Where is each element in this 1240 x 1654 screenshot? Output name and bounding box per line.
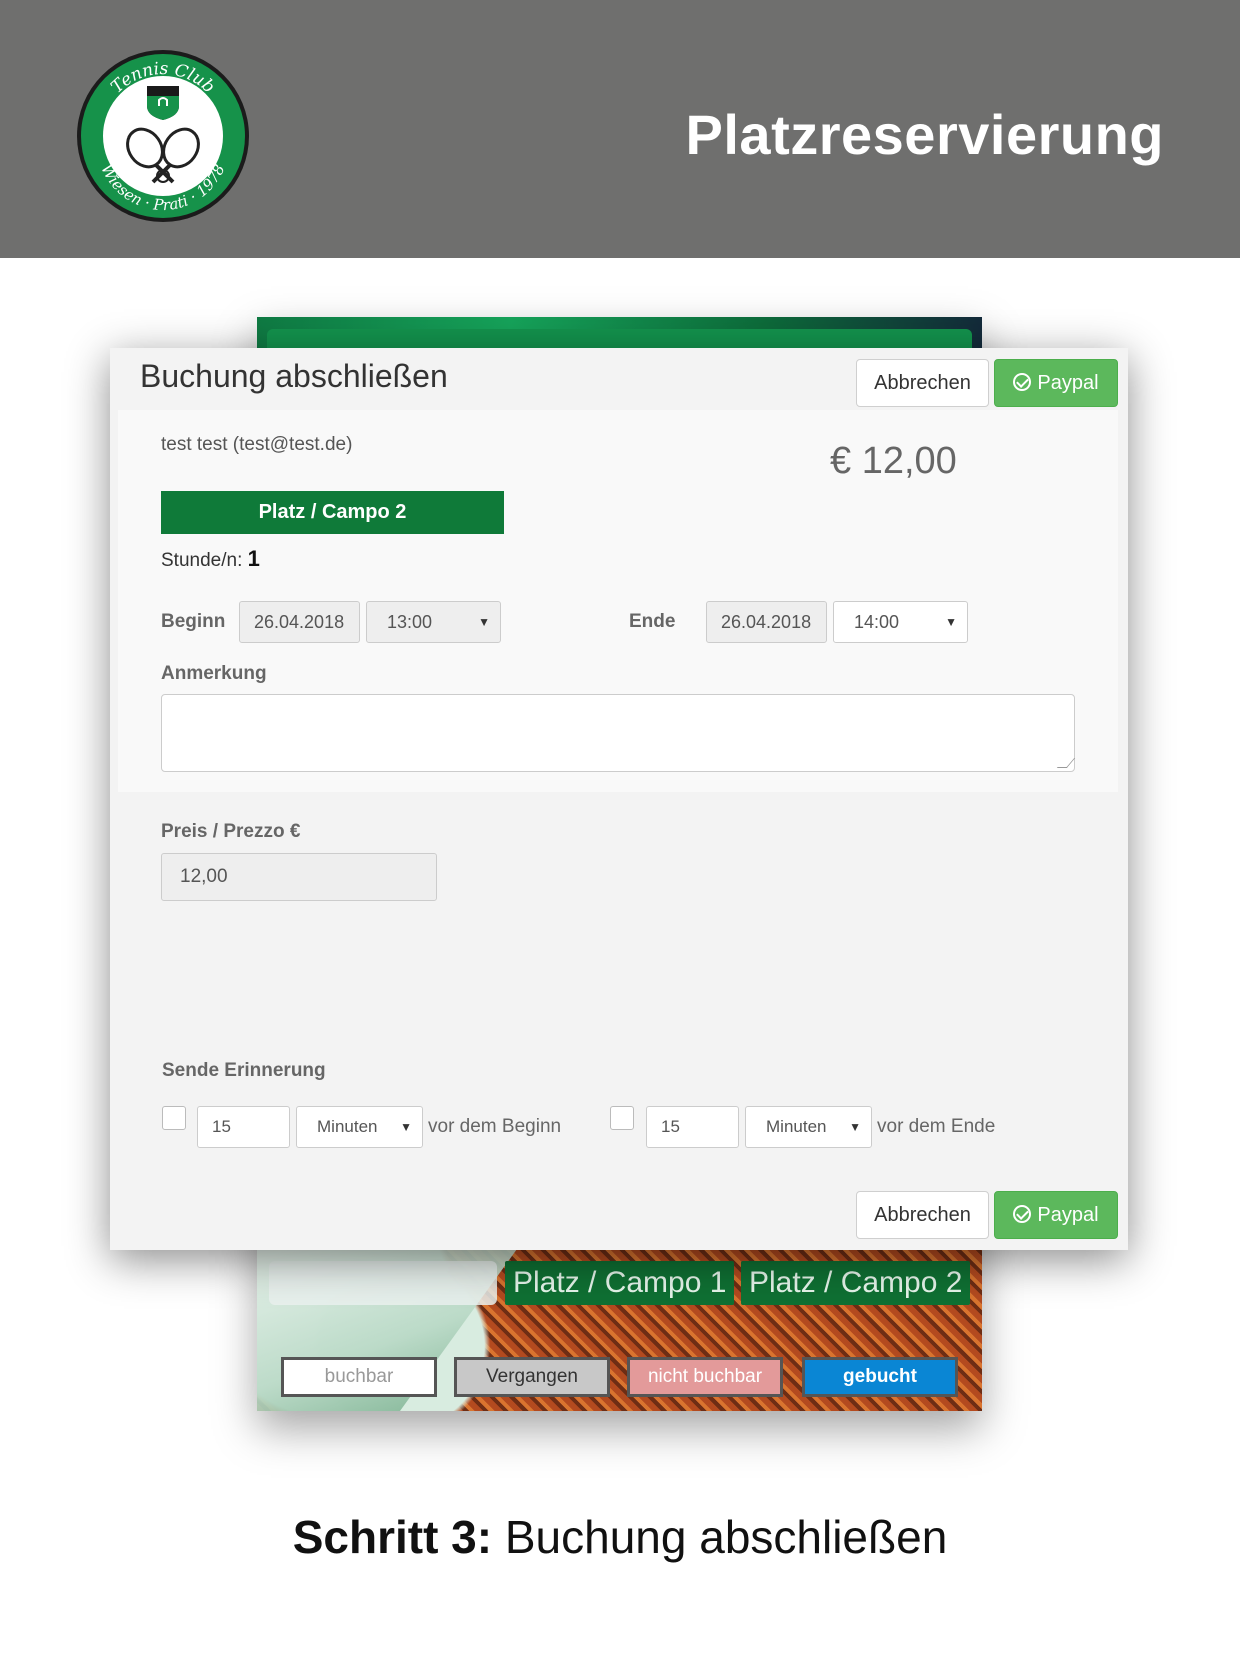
cancel-button-bottom[interactable]: Abbrechen [856, 1191, 989, 1239]
hours-label: Stunde/n: [161, 550, 243, 571]
paypal-button-top[interactable]: Paypal [994, 359, 1118, 407]
price-label: Preis / Prezzo € [161, 821, 301, 842]
user-info: test test (test@test.de) [161, 434, 353, 455]
bg-campo-1: Platz / Campo 1 [505, 1261, 735, 1305]
reminder-label: Sende Erinnerung [162, 1060, 326, 1081]
legend-vergangen: Vergangen [454, 1357, 610, 1397]
tennis-club-logo: Tennis Club Wiesen · Prati · 1978 [77, 50, 249, 222]
reminder-end-unit-select[interactable]: Minuten ▼ [745, 1106, 872, 1148]
end-time-select[interactable]: 14:00 ▼ [833, 601, 968, 643]
paypal-label: Paypal [1037, 1204, 1099, 1226]
check-circle-icon [1013, 1205, 1032, 1223]
begin-time-value: 13:00 [387, 612, 433, 632]
reminder-begin-suffix: vor dem Beginn [428, 1116, 562, 1137]
price-display: € 12,00 [830, 440, 957, 482]
hours-line: Stunde/n: 1 [161, 546, 260, 572]
cancel-button-top[interactable]: Abbrechen [856, 359, 989, 407]
check-circle-icon [1013, 373, 1032, 391]
price-field[interactable]: 12,00 [161, 853, 437, 901]
end-label: Ende [629, 611, 676, 632]
bg-court-photo: Platz / Campo 1 Platz / Campo 2 buchbar … [257, 1249, 982, 1411]
caret-down-icon: ▼ [945, 615, 957, 629]
note-textarea[interactable] [161, 694, 1075, 772]
caption-text: Buchung abschließen [492, 1511, 948, 1563]
caret-down-icon: ▼ [849, 1120, 861, 1134]
reminder-end-suffix: vor dem Ende [877, 1116, 996, 1137]
begin-time-select[interactable]: 13:00 ▼ [366, 601, 501, 643]
reminder-begin-amount[interactable]: 15 [197, 1106, 290, 1148]
cancel-label: Abbrechen [874, 372, 971, 394]
court-badge: Platz / Campo 2 [161, 491, 504, 534]
modal-title: Buchung abschließen [140, 358, 448, 394]
end-time-value: 14:00 [854, 612, 900, 632]
end-date-field[interactable]: 26.04.2018 [706, 601, 827, 643]
page-title: Platzreservierung [685, 103, 1164, 166]
caption-step: Schritt 3: [292, 1511, 493, 1563]
reminder-end-unit: Minuten [766, 1117, 827, 1136]
legend-gebucht: gebucht [802, 1357, 958, 1397]
caret-down-icon: ▼ [478, 615, 490, 629]
reminder-end-amount[interactable]: 15 [646, 1106, 739, 1148]
reminder-begin-checkbox[interactable] [162, 1106, 186, 1130]
paypal-label: Paypal [1037, 372, 1099, 394]
begin-date-field[interactable]: 26.04.2018 [239, 601, 360, 643]
reminder-begin-unit: Minuten [317, 1117, 378, 1136]
caret-down-icon: ▼ [400, 1120, 412, 1134]
begin-label: Beginn [161, 611, 226, 632]
legend-nicht-buchbar: nicht buchbar [627, 1357, 783, 1397]
paypal-button-bottom[interactable]: Paypal [994, 1191, 1118, 1239]
reminder-begin-unit-select[interactable]: Minuten ▼ [296, 1106, 423, 1148]
hours-value: 1 [247, 546, 260, 571]
header-band: Tennis Club Wiesen · Prati · 1978 Platzr… [0, 0, 1240, 258]
bg-search-box [269, 1261, 497, 1305]
bg-campo-2: Platz / Campo 2 [741, 1261, 971, 1305]
reminder-end-checkbox[interactable] [610, 1106, 634, 1130]
legend-buchbar: buchbar [281, 1357, 437, 1397]
step-caption: Schritt 3: Buchung abschließen [0, 1510, 1240, 1564]
cancel-label: Abbrechen [874, 1204, 971, 1226]
note-label: Anmerkung [161, 663, 267, 684]
